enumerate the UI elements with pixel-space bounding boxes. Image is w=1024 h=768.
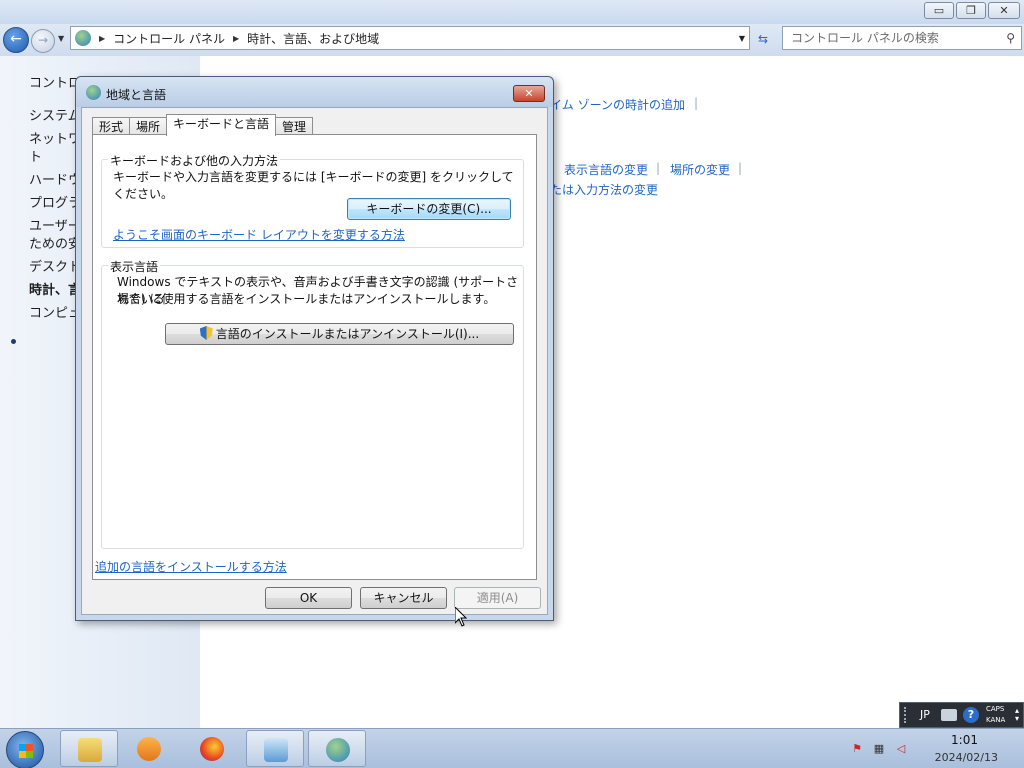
navigation-bar: ← → ▼ ▶ コントロール パネル ▶ 時計、言語、および地域 ▼ ⇆ コント… bbox=[0, 24, 1024, 56]
display-language-group: 表示言語 Windows でテキストの表示や、音声および手書き文字の認識 (サポ… bbox=[101, 258, 524, 549]
taskbar-explorer[interactable] bbox=[60, 730, 118, 767]
refresh-button[interactable]: ⇆ bbox=[752, 28, 774, 50]
current-item-bullet bbox=[11, 339, 16, 344]
sidebar-item-desktop[interactable]: デスクト bbox=[29, 256, 81, 275]
sidebar-item-hardware[interactable]: ハードウ bbox=[29, 169, 81, 188]
taskbar: ⚑ ▦ ◁ 1:01 2024/02/13 bbox=[0, 728, 1024, 768]
dialog-titlebar: 地域と言語 ✕ bbox=[76, 77, 553, 107]
change-location-link[interactable]: 場所の変更 bbox=[670, 161, 730, 178]
control-panel-icon bbox=[264, 738, 288, 762]
install-uninstall-languages-label: 言語のインストールまたはアンインストール(I)... bbox=[215, 327, 480, 341]
sidebar-item-control-panel-home[interactable]: コントロ bbox=[29, 72, 81, 91]
start-button[interactable] bbox=[6, 731, 44, 768]
minimize-button[interactable]: ▭ bbox=[924, 2, 954, 19]
breadcrumb-control-panel[interactable]: コントロール パネル bbox=[113, 30, 225, 47]
taskbar-firefox[interactable] bbox=[183, 730, 241, 767]
keyboard-group: キーボードおよび他の入力方法 キーボードや入力言語を変更するには [キーボードの… bbox=[101, 152, 524, 248]
taskbar-control-panel[interactable] bbox=[246, 730, 304, 767]
media-player-icon bbox=[137, 737, 161, 761]
sidebar-item-network[interactable]: ネットワ bbox=[29, 128, 81, 147]
sidebar-item-user-accounts[interactable]: ユーザー bbox=[29, 215, 81, 234]
arrow-right-icon: → bbox=[37, 33, 49, 47]
clock-time[interactable]: 1:01 bbox=[951, 733, 978, 747]
region-language-dialog: 地域と言語 ✕ 形式 場所 キーボードと言語 管理 キーボードおよび他の入力方法… bbox=[75, 76, 554, 621]
apply-button[interactable]: 適用(A) bbox=[454, 587, 541, 609]
window-titlebar: ▭ ❐ ✕ bbox=[0, 0, 1024, 24]
firefox-icon bbox=[200, 737, 224, 761]
search-placeholder: コントロール パネルの検索 bbox=[791, 31, 939, 45]
change-input-method-link[interactable]: たは入力方法の変更 bbox=[550, 181, 658, 198]
sidebar-item-network-continued[interactable]: ト bbox=[29, 146, 42, 165]
recent-pages-dropdown[interactable]: ▼ bbox=[58, 34, 64, 43]
network-icon[interactable]: ▦ bbox=[872, 742, 886, 756]
cancel-button[interactable]: キャンセル bbox=[360, 587, 447, 609]
back-button[interactable]: ← bbox=[3, 27, 29, 53]
language-bar-options-icon[interactable]: ▴ ▾ bbox=[1015, 707, 1019, 723]
chevron-right-icon[interactable]: ▶ bbox=[233, 34, 239, 43]
uac-shield-icon bbox=[199, 326, 213, 340]
language-bar-grip[interactable] bbox=[904, 707, 908, 723]
dialog-title: 地域と言語 bbox=[106, 88, 167, 102]
restore-button[interactable]: ❐ bbox=[956, 2, 986, 19]
chevron-right-icon[interactable]: ▶ bbox=[99, 34, 105, 43]
breadcrumb-clock-language-region[interactable]: 時計、言語、および地域 bbox=[247, 30, 379, 47]
kana-indicator: KANA bbox=[986, 716, 1006, 724]
control-panel-icon bbox=[75, 30, 91, 46]
ok-button[interactable]: OK bbox=[265, 587, 352, 609]
install-uninstall-languages-button[interactable]: 言語のインストールまたはアンインストール(I)... bbox=[165, 323, 514, 345]
tab-strip: 形式 場所 キーボードと言語 管理 bbox=[92, 114, 314, 136]
refresh-icon: ⇆ bbox=[757, 32, 769, 46]
caps-indicator: CAPS bbox=[986, 705, 1005, 713]
sidebar-item-programs[interactable]: プログラ bbox=[29, 192, 81, 211]
tab-panel: キーボードおよび他の入力方法 キーボードや入力言語を変更するには [キーボードの… bbox=[92, 134, 537, 580]
arrow-left-icon: ← bbox=[10, 31, 22, 47]
change-display-language-link[interactable]: 表示言語の変更 bbox=[564, 161, 648, 178]
link-divider: | bbox=[656, 161, 661, 175]
language-bar: JP ? CAPS KANA ▴ ▾ bbox=[899, 702, 1024, 728]
sidebar-item-ease-of-access[interactable]: コンピュ bbox=[29, 302, 81, 321]
display-language-description-line2: 場合) に使用する言語をインストールまたはアンインストールします。 bbox=[117, 292, 496, 306]
sidebar-item-user-accounts-continued[interactable]: ための安 bbox=[29, 233, 81, 252]
action-center-flag-icon[interactable]: ⚑ bbox=[850, 742, 864, 756]
link-divider: | bbox=[694, 96, 699, 110]
mouse-cursor-icon bbox=[455, 607, 467, 627]
forward-button[interactable]: → bbox=[31, 29, 55, 53]
system-tray: ⚑ ▦ ◁ 1:01 2024/02/13 bbox=[844, 729, 1024, 768]
caption-buttons: ▭ ❐ ✕ bbox=[924, 2, 1020, 19]
change-keyboards-button[interactable]: キーボードの変更(C)... bbox=[347, 198, 511, 220]
display-language-group-label: 表示言語 bbox=[108, 258, 161, 275]
help-icon[interactable]: ? bbox=[963, 707, 979, 723]
globe-clock-icon bbox=[326, 738, 350, 762]
windows-logo-icon bbox=[19, 744, 33, 758]
add-timezone-clock-link[interactable]: イム ゾーンの時計の追加 bbox=[550, 96, 685, 113]
welcome-screen-keyboard-link[interactable]: ようこそ画面のキーボード レイアウトを変更する方法 bbox=[113, 226, 405, 243]
sidebar-item-clock-language-region[interactable]: 時計、言 bbox=[29, 279, 81, 298]
keyboard-group-label: キーボードおよび他の入力方法 bbox=[108, 152, 281, 169]
address-bar[interactable]: ▶ コントロール パネル ▶ 時計、言語、および地域 ▼ bbox=[70, 26, 750, 50]
dialog-close-button[interactable]: ✕ bbox=[513, 85, 545, 102]
search-icon[interactable]: ⚲ bbox=[1006, 27, 1015, 49]
keyboard-icon[interactable] bbox=[941, 709, 957, 721]
input-language-indicator[interactable]: JP bbox=[920, 708, 930, 721]
taskbar-media-player[interactable] bbox=[120, 730, 178, 767]
close-button[interactable]: ✕ bbox=[988, 2, 1020, 19]
chevron-down-icon[interactable]: ▼ bbox=[739, 34, 745, 43]
install-additional-languages-link[interactable]: 追加の言語をインストールする方法 bbox=[95, 558, 287, 575]
folder-icon bbox=[78, 738, 102, 762]
volume-muted-icon[interactable]: ◁ bbox=[894, 742, 908, 756]
globe-icon bbox=[86, 85, 101, 100]
clock-date[interactable]: 2024/02/13 bbox=[935, 751, 998, 764]
search-input[interactable]: コントロール パネルの検索 ⚲ bbox=[782, 26, 1022, 50]
link-divider: | bbox=[738, 161, 743, 175]
tab-keyboards-languages[interactable]: キーボードと言語 bbox=[166, 114, 277, 136]
dialog-body: 形式 場所 キーボードと言語 管理 キーボードおよび他の入力方法 キーボードや入… bbox=[81, 107, 548, 615]
taskbar-region-language[interactable] bbox=[308, 730, 366, 767]
sidebar-item-system-security[interactable]: システム bbox=[29, 105, 81, 124]
